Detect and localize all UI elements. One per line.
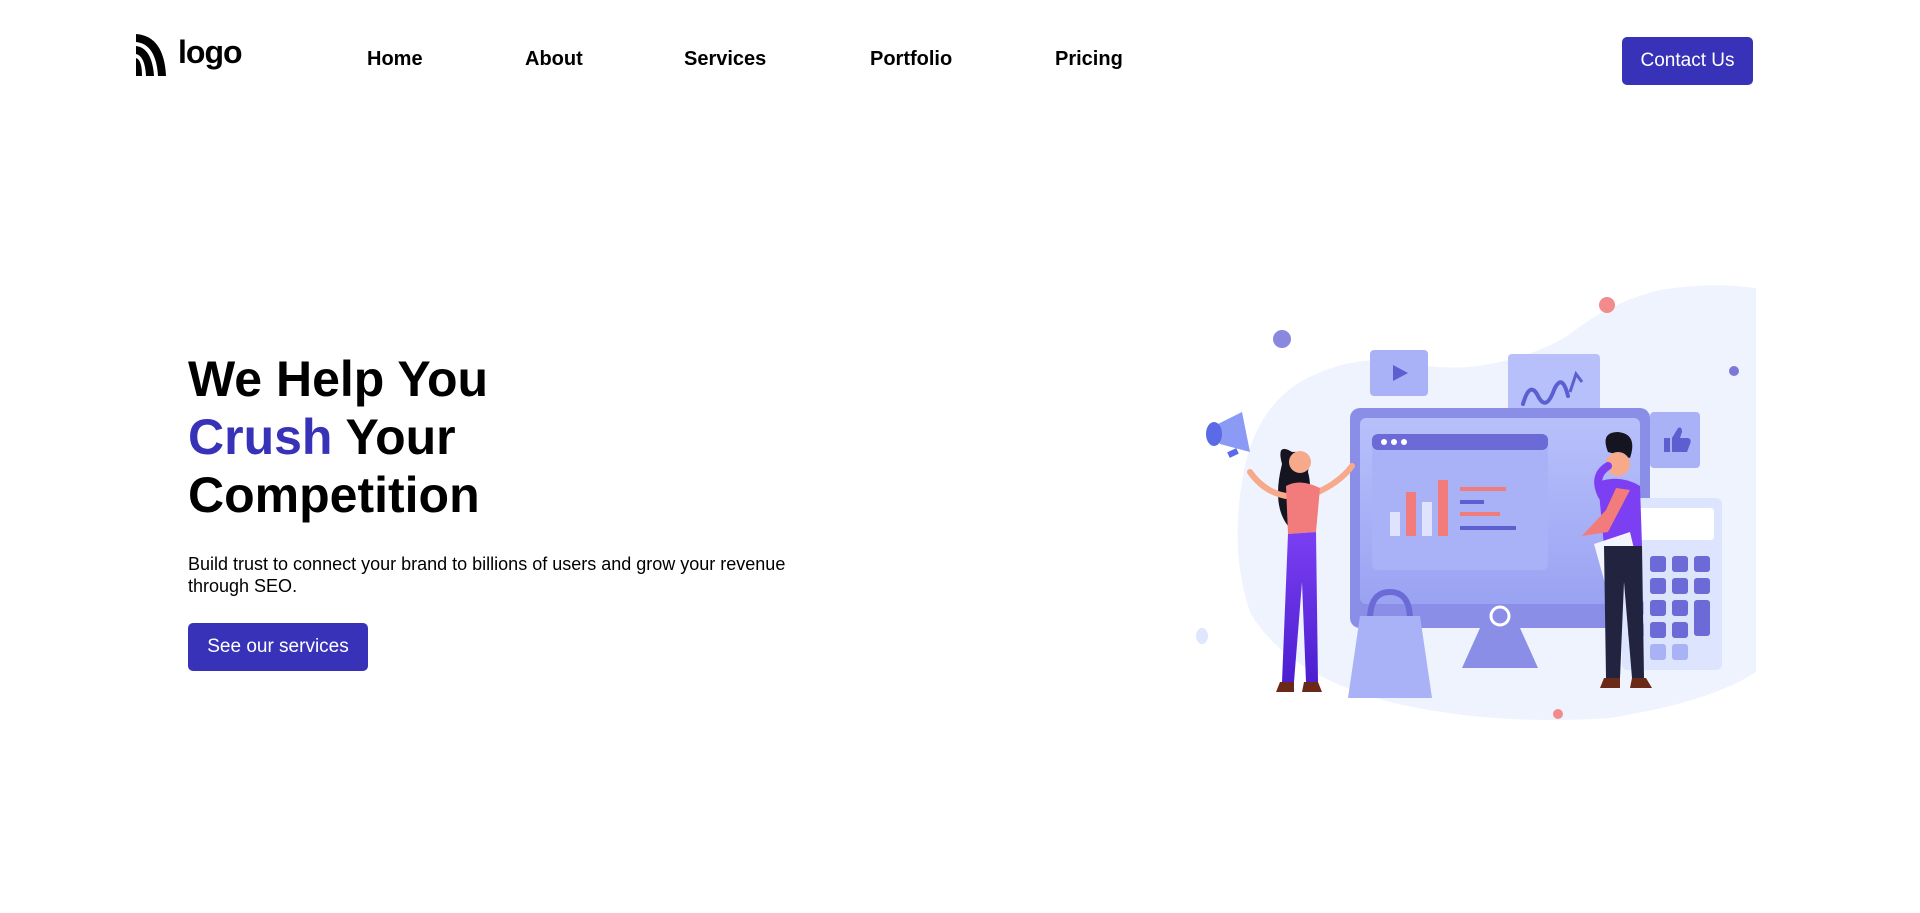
- hero-title-line2: Your: [332, 409, 456, 465]
- logo-text: logo: [178, 33, 243, 70]
- marketing-team-illustration: [1196, 285, 1756, 720]
- contact-us-button[interactable]: Contact Us: [1622, 37, 1753, 85]
- hero-title: We Help You Crush Your Competition: [188, 350, 488, 524]
- see-services-button[interactable]: See our services: [188, 623, 368, 671]
- nav-services[interactable]: Services: [684, 48, 766, 71]
- page: logo Home About Services Portfolio Prici…: [0, 0, 1920, 913]
- hero-title-accent: Crush: [188, 409, 333, 465]
- site-logo[interactable]: logo: [134, 32, 243, 78]
- nav-pricing[interactable]: Pricing: [1055, 48, 1123, 71]
- nav-about[interactable]: About: [525, 48, 583, 71]
- nav-home[interactable]: Home: [367, 48, 423, 71]
- logo-mark-icon: [136, 34, 166, 76]
- hero-description: Build trust to connect your brand to bil…: [188, 554, 786, 596]
- hero-title-line1: We Help You: [188, 351, 489, 407]
- nav-portfolio[interactable]: Portfolio: [870, 48, 952, 71]
- hero-title-line3: Competition: [188, 467, 480, 523]
